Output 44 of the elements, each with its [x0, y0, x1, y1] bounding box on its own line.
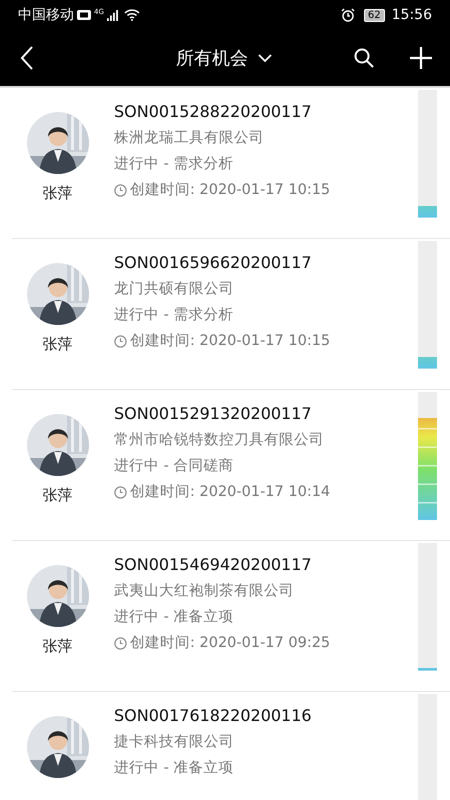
page-title[interactable]: 所有机会: [176, 46, 248, 70]
stage-text: 进行中 - 需求分析: [114, 155, 234, 174]
chevron-down-icon[interactable]: [258, 54, 272, 62]
company-name: 捷卡科技有限公司: [114, 733, 235, 752]
hd-icon: [77, 10, 91, 20]
owner-name: 张萍: [42, 184, 72, 203]
owner-name: 张萍: [42, 637, 72, 656]
clock-icon: [114, 486, 127, 499]
opportunity-code: SON0015469420200117: [114, 555, 313, 575]
created-time: 创建时间: 2020-01-17 10:14: [130, 483, 330, 502]
stage-text: 进行中 - 准备立项: [114, 759, 234, 778]
owner-name: 张萍: [42, 335, 72, 354]
company-name: 武夷山大红袍制茶有限公司: [114, 582, 295, 601]
add-icon[interactable]: [410, 47, 432, 69]
clock-icon: [114, 335, 127, 348]
signal-icon: [106, 10, 118, 20]
clock: 15:56: [392, 7, 432, 23]
company-name: 龙门共硕有限公司: [114, 280, 235, 299]
back-icon[interactable]: [20, 46, 34, 70]
carrier-name: 中国移动: [18, 6, 74, 24]
opportunity-item[interactable]: 张萍 SON0015469420200117 武夷山大红袍制茶有限公司 进行中 - 准备立项 创建时间: 2020-01-17 09:25: [12, 541, 450, 692]
clock-icon: [114, 637, 127, 650]
opportunity-code: SON0015288220200117: [114, 102, 313, 122]
stage-text: 进行中 - 合同磋商: [114, 457, 234, 476]
alarm-icon: [340, 8, 355, 22]
created-time: 创建时间: 2020-01-17 10:15: [130, 181, 330, 200]
owner-name: 张萍: [42, 486, 72, 505]
stage-text: 进行中 - 需求分析: [114, 306, 234, 325]
wifi-icon: [124, 9, 140, 21]
search-icon[interactable]: [354, 48, 374, 68]
opportunity-code: SON0017618220200116: [114, 706, 313, 726]
opportunity-item[interactable]: 张萍 SON0015291320200117 常州市哈锐特数控刀具有限公司 进行中 - 合同磋商 创建时间: 2020-01-17 10:14: [12, 390, 450, 541]
opportunity-code: SON0015291320200117: [114, 404, 313, 424]
opportunity-item[interactable]: 张萍 SON0015288220200117 株洲龙瑞工具有限公司 进行中 - 需求分析 创建时间: 2020-01-17 10:15: [12, 88, 450, 239]
created-time: 创建时间: 2020-01-17 09:25: [130, 634, 330, 653]
company-name: 常州市哈锐特数控刀具有限公司: [114, 431, 325, 450]
company-name: 株洲龙瑞工具有限公司: [114, 129, 265, 148]
opportunity-item[interactable]: 张萍 SON0016596620200117 龙门共硕有限公司 进行中 - 需求分析 创建时间: 2020-01-17 10:15: [12, 239, 450, 390]
clock-icon: [114, 184, 127, 197]
stage-text: 进行中 - 准备立项: [114, 608, 234, 627]
created-time: 创建时间: 2020-01-17 10:15: [130, 332, 330, 351]
opportunity-code: SON0016596620200117: [114, 253, 313, 273]
battery-level: 62: [364, 8, 385, 22]
opportunity-item[interactable]: SON0017618220200116 捷卡科技有限公司 进行中 - 准备立项: [12, 692, 450, 800]
